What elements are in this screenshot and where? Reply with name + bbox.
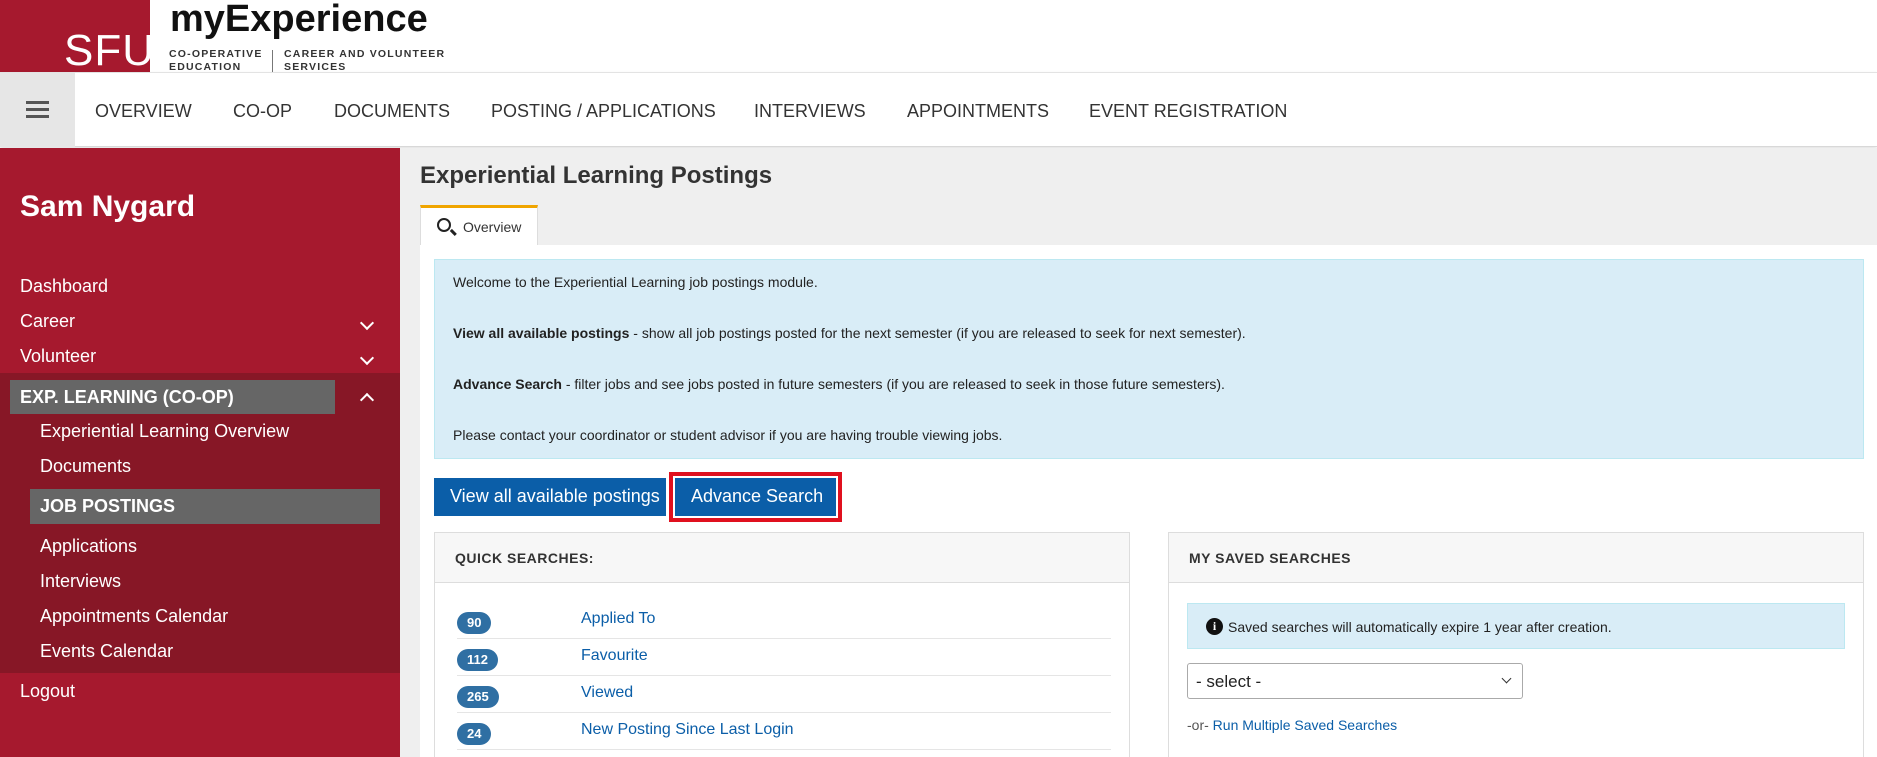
advance-search-label: Advance Search [691, 486, 824, 506]
top-nav: OVERVIEW CO-OP DOCUMENTS POSTING / APPLI… [0, 72, 1877, 147]
list-item: 112 Favourite [457, 639, 1111, 676]
saved-searches-info-text: Saved searches will automatically expire… [1228, 619, 1612, 635]
search-icon [437, 218, 451, 232]
list-item: 90 Applied To [457, 602, 1111, 639]
sfu-logo-text: SFU [64, 26, 155, 75]
chevron-down-icon[interactable] [359, 315, 375, 331]
count-badge: 90 [457, 612, 492, 634]
sidebar-item-career[interactable]: Career [20, 311, 75, 332]
saved-searches-header: MY SAVED SEARCHES [1169, 533, 1863, 583]
info-icon: i [1206, 618, 1223, 635]
nav-event-registration[interactable]: EVENT REGISTRATION [1089, 101, 1287, 122]
tab-content: Welcome to the Experiential Learning job… [420, 245, 1877, 757]
saved-searches-info: i Saved searches will automatically expi… [1187, 603, 1845, 649]
nav-overview[interactable]: OVERVIEW [95, 101, 192, 122]
quick-search-new-posting[interactable]: New Posting Since Last Login [581, 721, 794, 739]
sidebar: Sam Nygard Dashboard Career Volunteer EX… [0, 148, 400, 757]
count-badge: 112 [457, 649, 498, 671]
brand-divider [272, 50, 273, 72]
sidebar-item-dashboard[interactable]: Dashboard [20, 276, 108, 297]
quick-searches-panel: QUICK SEARCHES: 90 Applied To 112 Favour… [434, 532, 1130, 757]
hamburger-bar [26, 115, 49, 118]
saved-search-select[interactable]: - select - [1187, 663, 1523, 699]
run-multiple-saved-searches-link[interactable]: Run Multiple Saved Searches [1213, 717, 1397, 733]
chevron-down-icon[interactable] [359, 350, 375, 366]
info-advance-search-text: Advance Search - filter jobs and see job… [453, 376, 1225, 392]
quick-searches-title: QUICK SEARCHES: [455, 550, 594, 566]
tab-overview-label: Overview [463, 219, 522, 235]
logout-link[interactable]: Logout [20, 681, 75, 702]
nav-posting-applications[interactable]: POSTING / APPLICATIONS [491, 101, 716, 122]
info-view-all-bold: View all available postings [453, 325, 630, 341]
run-multiple-line: -or- Run Multiple Saved Searches [1187, 717, 1397, 733]
nav-appointments[interactable]: APPOINTMENTS [907, 101, 1049, 122]
info-advance-search-bold: Advance Search [453, 376, 562, 392]
saved-search-select-value: - select - [1196, 672, 1262, 691]
or-prefix: -or- [1187, 717, 1213, 733]
advance-search-button[interactable]: Advance Search [675, 478, 836, 516]
sfu-logo[interactable]: SFU [0, 0, 154, 75]
nav-coop[interactable]: CO-OP [233, 101, 292, 122]
sidebar-item-appointments-calendar[interactable]: Appointments Calendar [40, 606, 228, 627]
saved-searches-panel: MY SAVED SEARCHES i Saved searches will … [1168, 532, 1864, 757]
sidebar-section-label: EXP. LEARNING (CO-OP) [20, 387, 234, 407]
saved-searches-title: MY SAVED SEARCHES [1189, 550, 1352, 566]
info-welcome-text: Welcome to the Experiential Learning job… [453, 274, 818, 290]
hamburger-icon[interactable] [0, 73, 75, 147]
quick-search-favourite[interactable]: Favourite [581, 647, 648, 665]
brand-subtitle-coop: CO-OPERATIVE EDUCATION [169, 48, 263, 74]
brand-subtitle-coop-line1: CO-OPERATIVE [169, 48, 263, 60]
count-badge: 265 [457, 686, 499, 708]
sidebar-item-documents[interactable]: Documents [40, 456, 131, 477]
quick-search-viewed[interactable]: Viewed [581, 684, 633, 702]
list-item: 24 New Posting Since Last Login [457, 713, 1111, 750]
welcome-info-box: Welcome to the Experiential Learning job… [434, 259, 1864, 459]
sidebar-item-exp-learning-overview[interactable]: Experiential Learning Overview [40, 421, 289, 442]
sidebar-item-job-postings-label: JOB POSTINGS [40, 496, 176, 516]
brand-subtitle-career: CAREER AND VOLUNTEER SERVICES [284, 48, 445, 74]
user-name: Sam Nygard [20, 190, 196, 223]
hamburger-bar [26, 108, 49, 111]
page-title: Experiential Learning Postings [420, 162, 773, 189]
list-item: 265 Viewed [457, 676, 1111, 713]
nav-documents[interactable]: DOCUMENTS [334, 101, 450, 122]
quick-searches-header: QUICK SEARCHES: [435, 533, 1129, 583]
info-contact-text: Please contact your coordinator or stude… [453, 427, 1003, 443]
quick-search-applied-to[interactable]: Applied To [581, 610, 655, 628]
header: SFU myExperience CO-OPERATIVE EDUCATION … [0, 0, 1877, 75]
info-view-all-desc: - show all job postings posted for the n… [629, 325, 1246, 341]
main-content: Experiential Learning Postings Overview … [400, 148, 1877, 757]
info-view-all-text: View all available postings - show all j… [453, 325, 1246, 341]
tab-overview[interactable]: Overview [420, 205, 538, 245]
sidebar-item-events-calendar[interactable]: Events Calendar [40, 641, 173, 662]
hamburger-bar [26, 101, 49, 104]
sidebar-item-applications[interactable]: Applications [40, 536, 137, 557]
view-all-postings-label: View all available postings [450, 486, 660, 506]
sidebar-item-volunteer[interactable]: Volunteer [20, 346, 96, 367]
app-title: myExperience [170, 0, 428, 40]
count-badge: 24 [457, 723, 492, 745]
nav-interviews[interactable]: INTERVIEWS [754, 101, 866, 122]
brand-subtitle-career-line1: CAREER AND VOLUNTEER [284, 48, 446, 60]
chevron-down-icon [1501, 673, 1512, 684]
sidebar-item-interviews[interactable]: Interviews [40, 571, 121, 592]
view-all-postings-button[interactable]: View all available postings [434, 478, 666, 516]
info-advance-search-desc: - filter jobs and see jobs posted in fut… [561, 376, 1225, 392]
